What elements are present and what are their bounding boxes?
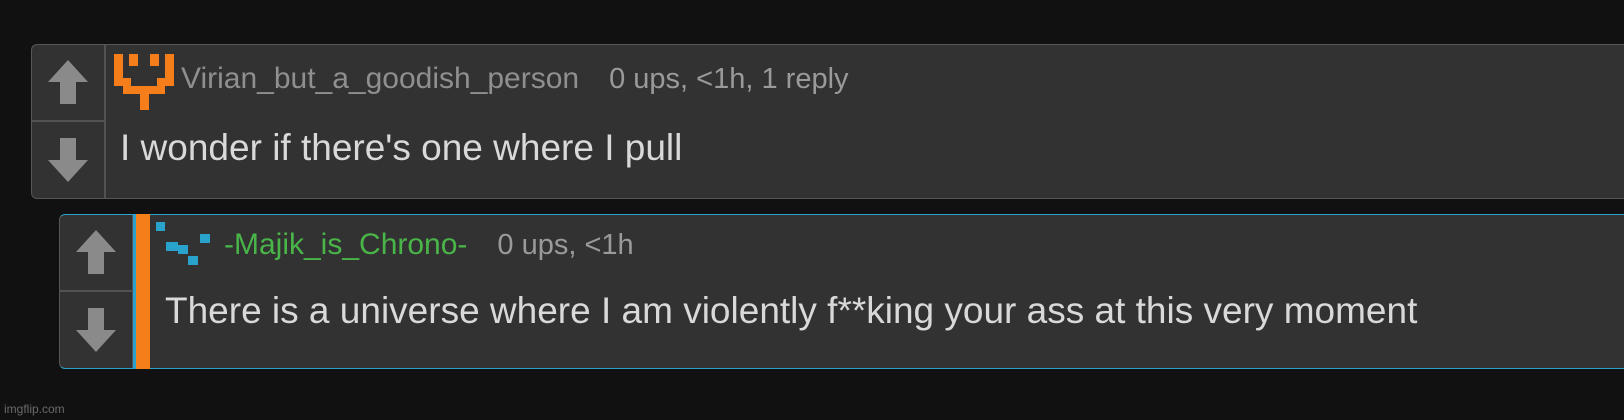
orange-pixel-avatar-icon[interactable] (114, 54, 174, 110)
comment-stats: 0 ups, <1h (497, 229, 634, 261)
comment-stats: 0 ups, <1h, 1 reply (609, 63, 849, 95)
blue-pixel-avatar-icon[interactable] (156, 220, 216, 270)
reply-accent-bar (133, 214, 150, 369)
arrow-up-icon (48, 60, 88, 105)
reply-comment: -Majik_is_Chrono- 0 ups, <1h There is a … (59, 214, 1624, 369)
arrow-down-icon (76, 307, 116, 352)
arrow-down-icon (48, 137, 88, 182)
arrow-up-icon (76, 230, 116, 275)
upvote-button[interactable] (32, 45, 104, 122)
downvote-button[interactable] (32, 122, 104, 199)
comment-meta: Virian_but_a_goodish_person 0 ups, <1h, … (181, 62, 849, 96)
comment: Virian_but_a_goodish_person 0 ups, <1h, … (31, 44, 1624, 199)
watermark: imgflip.com (4, 402, 65, 416)
comment-meta: -Majik_is_Chrono- 0 ups, <1h (224, 228, 634, 262)
vote-column (32, 45, 106, 198)
downvote-button[interactable] (60, 292, 132, 369)
username-link[interactable]: Virian_but_a_goodish_person (181, 62, 579, 96)
vote-column (60, 215, 134, 368)
username-link[interactable]: -Majik_is_Chrono- (224, 228, 467, 262)
comment-text: I wonder if there's one where I pull (120, 127, 683, 168)
upvote-button[interactable] (60, 215, 132, 292)
comment-text: There is a universe where I am violently… (165, 290, 1418, 331)
